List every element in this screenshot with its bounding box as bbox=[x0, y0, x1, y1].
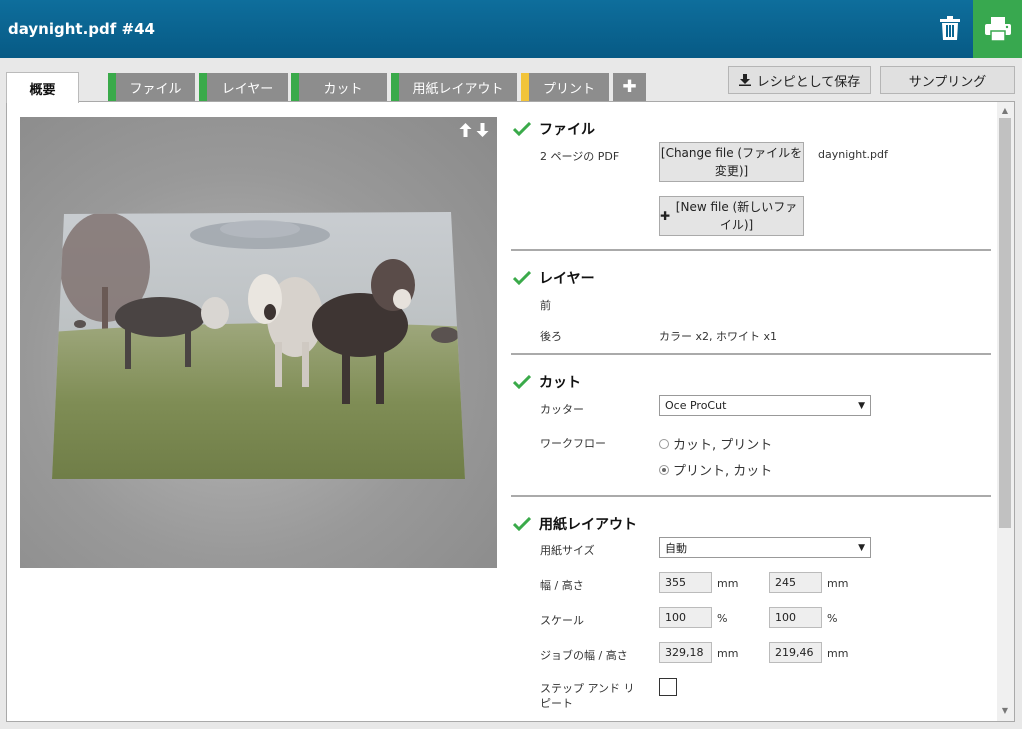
new-file-button[interactable]: ✚ [New file (新しいファイル)] bbox=[659, 196, 804, 236]
add-tab-button[interactable]: ✚ bbox=[613, 73, 646, 101]
chevron-down-icon: ▼ bbox=[858, 401, 865, 411]
unit-label: % bbox=[827, 612, 838, 625]
step-repeat-label: ステップ アンド リピート bbox=[540, 682, 635, 710]
status-stripe bbox=[199, 73, 207, 101]
tab-print[interactable]: プリント bbox=[521, 73, 609, 101]
unit-label: mm bbox=[827, 577, 849, 590]
section-divider bbox=[511, 495, 991, 497]
status-stripe bbox=[108, 73, 116, 101]
section-divider bbox=[511, 249, 991, 251]
plus-icon: ✚ bbox=[660, 209, 671, 223]
print-preview bbox=[20, 117, 497, 568]
status-stripe bbox=[391, 73, 399, 101]
cut-section-title: カット bbox=[513, 372, 581, 392]
scale-label: スケール bbox=[540, 614, 584, 627]
printer-icon bbox=[984, 17, 1011, 41]
radio-button[interactable] bbox=[659, 438, 669, 449]
tab-label: 概要 bbox=[29, 82, 56, 98]
tab-overview[interactable]: 概要 bbox=[6, 72, 79, 103]
front-layer-label: 前 bbox=[540, 299, 551, 312]
tab-label: 用紙レイアウト bbox=[412, 81, 504, 97]
file-name: daynight.pdf bbox=[818, 148, 888, 161]
document-title: daynight.pdf #44 bbox=[8, 20, 155, 38]
tab-label: レイヤー bbox=[221, 81, 274, 97]
cutter-label: カッター bbox=[540, 403, 584, 416]
check-icon bbox=[513, 375, 531, 389]
change-file-button[interactable]: [Change file (ファイルを変更)] bbox=[659, 142, 804, 182]
step-repeat-checkbox[interactable] bbox=[659, 678, 677, 696]
paper-size-label: 用紙サイズ bbox=[540, 544, 595, 557]
trash-icon bbox=[940, 16, 960, 40]
back-layer-value: カラー x2, ホワイト x1 bbox=[659, 330, 778, 343]
width-input[interactable]: 355 bbox=[659, 572, 712, 593]
page-count-text: 2 ページの PDF bbox=[540, 150, 620, 163]
tab-paper-layout[interactable]: 用紙レイアウト bbox=[391, 73, 517, 101]
scale-y-input[interactable]: 100 bbox=[769, 607, 822, 628]
tab-layer[interactable]: レイヤー bbox=[199, 73, 288, 101]
job-height-input[interactable]: 219,46 bbox=[769, 642, 822, 663]
save-recipe-label: レシピとして保存 bbox=[756, 74, 861, 90]
unit-label: % bbox=[717, 612, 728, 625]
file-section-title: ファイル bbox=[513, 119, 595, 139]
scroll-thumb[interactable] bbox=[999, 118, 1011, 528]
scale-x-input[interactable]: 100 bbox=[659, 607, 712, 628]
download-icon bbox=[738, 74, 751, 86]
sampling-button[interactable]: サンプリング bbox=[880, 66, 1015, 94]
job-wh-label: ジョブの幅 / 高さ bbox=[540, 649, 628, 662]
delete-button[interactable] bbox=[930, 8, 970, 48]
unit-label: mm bbox=[717, 577, 739, 590]
print-button[interactable] bbox=[973, 0, 1022, 58]
scroll-down-icon[interactable]: ▼ bbox=[1000, 706, 1010, 716]
scroll-up-icon[interactable]: ▲ bbox=[1000, 106, 1010, 116]
save-recipe-button[interactable]: レシピとして保存 bbox=[728, 66, 871, 94]
preview-image bbox=[52, 212, 465, 479]
cutter-select[interactable]: Oce ProCut ▼ bbox=[659, 395, 871, 416]
paper-layout-section-title: 用紙レイアウト bbox=[513, 514, 637, 534]
tab-label: ファイル bbox=[129, 81, 182, 97]
radio-button-selected[interactable] bbox=[659, 464, 669, 475]
workflow-label: ワークフロー bbox=[540, 437, 606, 450]
tab-label: プリント bbox=[542, 81, 595, 97]
status-stripe bbox=[291, 73, 299, 101]
plus-icon: ✚ bbox=[622, 77, 637, 97]
workflow-option-cut-print[interactable]: カット, プリント bbox=[659, 434, 772, 453]
unit-label: mm bbox=[827, 647, 849, 660]
back-layer-label: 後ろ bbox=[540, 330, 562, 343]
vertical-scrollbar[interactable]: ▲ ▼ bbox=[997, 102, 1014, 721]
check-icon bbox=[513, 122, 531, 136]
paper-size-select[interactable]: 自動 ▼ bbox=[659, 537, 871, 558]
check-icon bbox=[513, 517, 531, 531]
unit-label: mm bbox=[717, 647, 739, 660]
main-content: ファイル 2 ページの PDF [Change file (ファイルを変更)] … bbox=[6, 101, 1015, 722]
job-width-input[interactable]: 329,18 bbox=[659, 642, 712, 663]
sampling-label: サンプリング bbox=[908, 74, 987, 90]
section-divider bbox=[511, 353, 991, 355]
width-height-label: 幅 / 高さ bbox=[540, 579, 584, 592]
status-stripe bbox=[521, 73, 529, 101]
app-header: daynight.pdf #44 bbox=[0, 0, 1022, 58]
tab-label: カット bbox=[323, 81, 363, 97]
chevron-down-icon: ▼ bbox=[858, 543, 865, 553]
tab-cut[interactable]: カット bbox=[291, 73, 387, 101]
tab-file[interactable]: ファイル bbox=[108, 73, 195, 101]
height-input[interactable]: 245 bbox=[769, 572, 822, 593]
check-icon bbox=[513, 271, 531, 285]
workflow-option-print-cut[interactable]: プリント, カット bbox=[659, 460, 772, 479]
layer-section-title: レイヤー bbox=[513, 268, 595, 288]
job-settings-panel: ファイル 2 ページの PDF [Change file (ファイルを変更)] … bbox=[511, 102, 991, 721]
